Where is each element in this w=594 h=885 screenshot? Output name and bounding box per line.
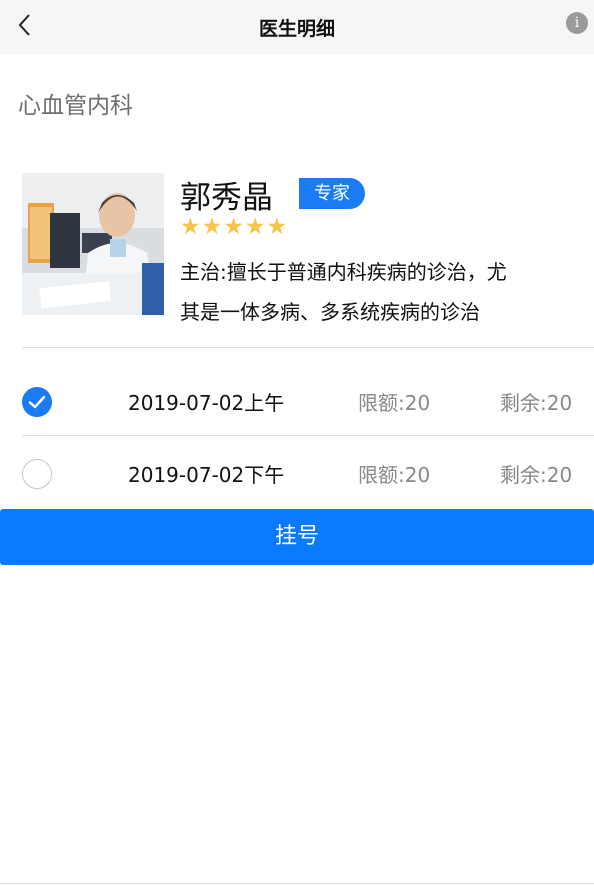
slot-remaining: 剩余:20: [500, 463, 573, 487]
slot-date: 2019-07-02下午: [128, 463, 285, 487]
page-title: 医生明细: [258, 18, 335, 40]
specialty-line-2: 其是一体多病、多系统疾病的诊治: [180, 300, 480, 324]
divider: [22, 435, 594, 436]
schedule-slot-morning[interactable]: 2019-07-02上午 限额:20 剩余:20: [0, 365, 594, 435]
expert-badge: 专家: [299, 178, 365, 209]
register-button[interactable]: 挂号: [0, 509, 594, 565]
bottom-divider: [0, 883, 594, 884]
radio-unchecked-icon[interactable]: [22, 459, 52, 489]
info-icon[interactable]: i: [566, 12, 588, 34]
slot-remaining: 剩余:20: [500, 391, 573, 415]
doctor-card: 郭秀晶 专家 ★★★★★ 主治:擅长于普通内科疾病的诊治，尤 其是一体多病、多系…: [22, 170, 594, 330]
slot-limit: 限额:20: [358, 391, 431, 415]
slot-date: 2019-07-02上午: [128, 391, 285, 415]
department-label: 心血管内科: [18, 93, 133, 119]
doctor-name: 郭秀晶: [180, 180, 273, 216]
divider: [22, 347, 594, 348]
doctor-specialty: 主治:擅长于普通内科疾病的诊治，尤 其是一体多病、多系统疾病的诊治: [180, 252, 580, 332]
doctor-photo: [22, 173, 164, 315]
slot-limit: 限额:20: [358, 463, 431, 487]
radio-checked-icon[interactable]: [22, 387, 52, 417]
rating-stars: ★★★★★: [180, 214, 289, 240]
top-nav-bar: 医生明细 i: [0, 0, 594, 54]
schedule-slot-afternoon[interactable]: 2019-07-02下午 限额:20 剩余:20: [0, 437, 594, 507]
specialty-line-1: 主治:擅长于普通内科疾病的诊治，尤: [180, 260, 507, 284]
